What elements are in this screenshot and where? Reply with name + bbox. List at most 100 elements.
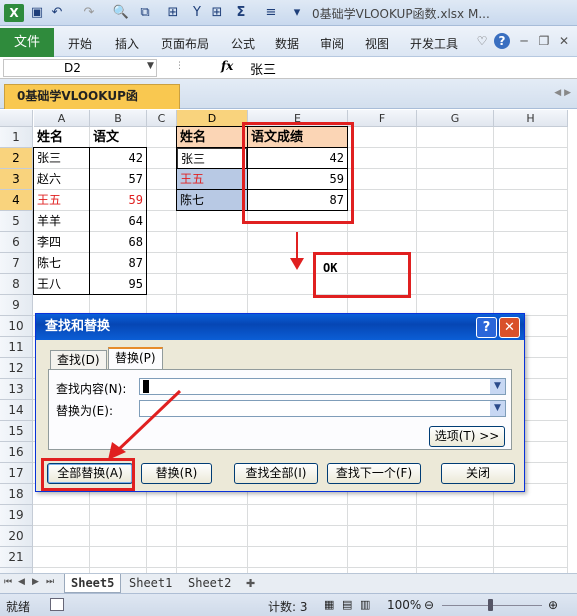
row-header-19[interactable]: 19 [0, 505, 33, 526]
tab-insert[interactable]: 插入 [115, 35, 139, 52]
zoom-in-icon[interactable]: ⊕ [548, 598, 558, 612]
cell-a2[interactable]: 张三 [34, 148, 89, 169]
row-header-13[interactable]: 13 [0, 379, 33, 400]
tab-developer[interactable]: 开发工具 [410, 35, 458, 52]
window-close-icon[interactable]: ✕ [556, 33, 572, 49]
column-header-f[interactable]: F [348, 110, 417, 127]
cell-d1[interactable]: 姓名 [177, 127, 247, 148]
row-header-10[interactable]: 10 [0, 316, 33, 337]
row-header-11[interactable]: 11 [0, 337, 33, 358]
find-all-button[interactable]: 查找全部(I) [234, 463, 318, 484]
name-box-dropdown-icon[interactable]: ▼ [147, 61, 154, 71]
cell-d4[interactable]: 陈七 [177, 190, 247, 211]
first-sheet-icon[interactable]: ⏮ [4, 577, 12, 587]
tab-formulas[interactable]: 公式 [231, 35, 255, 52]
cell-b1[interactable]: 语文 [90, 127, 146, 148]
cell-a1[interactable]: 姓名 [34, 127, 89, 148]
row-header-2[interactable]: 2 [0, 148, 33, 169]
sort-icon[interactable]: ≡ [262, 4, 280, 22]
cell-a8[interactable]: 王八 [34, 274, 89, 295]
row-header-16[interactable]: 16 [0, 442, 33, 463]
cell-a5[interactable]: 羊羊 [34, 211, 89, 232]
row-header-21[interactable]: 21 [0, 547, 33, 568]
fx-table-icon[interactable]: ⊞ [164, 4, 182, 22]
cell-a6[interactable]: 李四 [34, 232, 89, 253]
tab-home[interactable]: 开始 [68, 35, 92, 52]
cell-b8[interactable]: 95 [90, 274, 146, 295]
workbook-tab[interactable]: 0基础学VLOOKUP函数.xlsx [4, 84, 180, 126]
row-header-1[interactable]: 1 [0, 127, 33, 148]
page-layout-view-icon[interactable]: ▤ [342, 598, 352, 611]
replace-button[interactable]: 替换(R) [141, 463, 212, 484]
row-header-7[interactable]: 7 [0, 253, 33, 274]
insert-function-icon[interactable]: fx [221, 59, 233, 73]
cell-b2[interactable]: 42 [90, 148, 146, 169]
sheet-tab-sheet1[interactable]: Sheet1 [123, 574, 178, 593]
row-header-15[interactable]: 15 [0, 421, 33, 442]
column-header-a[interactable]: A [34, 110, 90, 127]
tab-find[interactable]: 查找(D) [50, 350, 107, 370]
save-icon[interactable]: ▣ [28, 4, 46, 22]
row-header-5[interactable]: 5 [0, 211, 33, 232]
cell-b5[interactable]: 64 [90, 211, 146, 232]
cell-d2[interactable]: 张三 [177, 148, 247, 169]
close-button[interactable]: 关闭 [441, 463, 515, 484]
row-header-12[interactable]: 12 [0, 358, 33, 379]
column-header-g[interactable]: G [417, 110, 494, 127]
name-box[interactable]: D2 [3, 59, 157, 77]
tab-data[interactable]: 数据 [275, 35, 299, 52]
cell-a7[interactable]: 陈七 [34, 253, 89, 274]
sum-icon[interactable]: Σ [232, 4, 250, 22]
print-preview-icon[interactable]: 🔍 [112, 4, 130, 22]
window-restore-icon[interactable]: ❐ [536, 33, 552, 49]
find-next-button[interactable]: 查找下一个(F) [327, 463, 421, 484]
ribbon-minimize-icon[interactable]: ♡ [474, 33, 490, 49]
row-header-14[interactable]: 14 [0, 400, 33, 421]
tab-page-layout[interactable]: 页面布局 [161, 35, 209, 52]
find-what-input[interactable]: ▼ [139, 378, 506, 395]
tab-review[interactable]: 审阅 [320, 35, 344, 52]
zoom-level[interactable]: 100% [387, 598, 421, 612]
row-header-6[interactable]: 6 [0, 232, 33, 253]
row-header-18[interactable]: 18 [0, 484, 33, 505]
sheet-tab-sheet2[interactable]: Sheet2 [182, 574, 237, 593]
options-button[interactable]: 选项(T) >> [429, 426, 505, 447]
last-sheet-icon[interactable]: ⏭ [46, 577, 54, 587]
zoom-slider-thumb[interactable] [488, 599, 493, 611]
next-sheet-icon[interactable]: ▶ [32, 577, 39, 587]
cell-b6[interactable]: 68 [90, 232, 146, 253]
tab-replace[interactable]: 替换(P) [108, 347, 163, 370]
column-header-c[interactable]: C [147, 110, 177, 127]
filter-icon[interactable]: Y [188, 4, 206, 22]
row-header-9[interactable]: 9 [0, 295, 33, 316]
customize-icon[interactable]: ▾ [288, 4, 306, 22]
find-what-dropdown-icon[interactable]: ▼ [490, 379, 505, 394]
sheet-tab-sheet5[interactable]: Sheet5 [64, 574, 122, 593]
dialog-close-icon[interactable]: ✕ [499, 317, 520, 338]
dialog-help-icon[interactable]: ? [476, 317, 497, 338]
row-header-8[interactable]: 8 [0, 274, 33, 295]
page-break-view-icon[interactable]: ▥ [360, 598, 370, 611]
border-icon[interactable]: ⊞ [208, 4, 226, 22]
cell-a3[interactable]: 赵六 [34, 169, 89, 190]
workbook-scroll-arrows-icon[interactable]: ◀ ▶ [554, 88, 571, 98]
tab-file[interactable]: 文件 [0, 28, 54, 57]
replace-with-input[interactable]: ▼ [139, 400, 506, 417]
column-header-d[interactable]: D [177, 110, 248, 127]
undo-icon[interactable]: ↶ [48, 4, 66, 22]
column-header-h[interactable]: H [494, 110, 568, 127]
column-header-b[interactable]: B [90, 110, 147, 127]
formula-input[interactable]: 张三 [250, 59, 276, 78]
insert-sheet-icon[interactable]: ✚ [246, 577, 255, 590]
cell-d3[interactable]: 王五 [177, 169, 247, 190]
redo-icon[interactable]: ↷ [80, 4, 98, 22]
cell-b3[interactable]: 57 [90, 169, 146, 190]
prev-sheet-icon[interactable]: ◀ [18, 577, 25, 587]
row-header-4[interactable]: 4 [0, 190, 33, 211]
row-header-17[interactable]: 17 [0, 463, 33, 484]
window-minimize-icon[interactable]: ─ [516, 33, 532, 49]
cell-a4[interactable]: 王五 [34, 190, 89, 211]
cell-b7[interactable]: 87 [90, 253, 146, 274]
macro-record-icon[interactable] [50, 598, 64, 611]
cell-b4[interactable]: 59 [90, 190, 146, 211]
